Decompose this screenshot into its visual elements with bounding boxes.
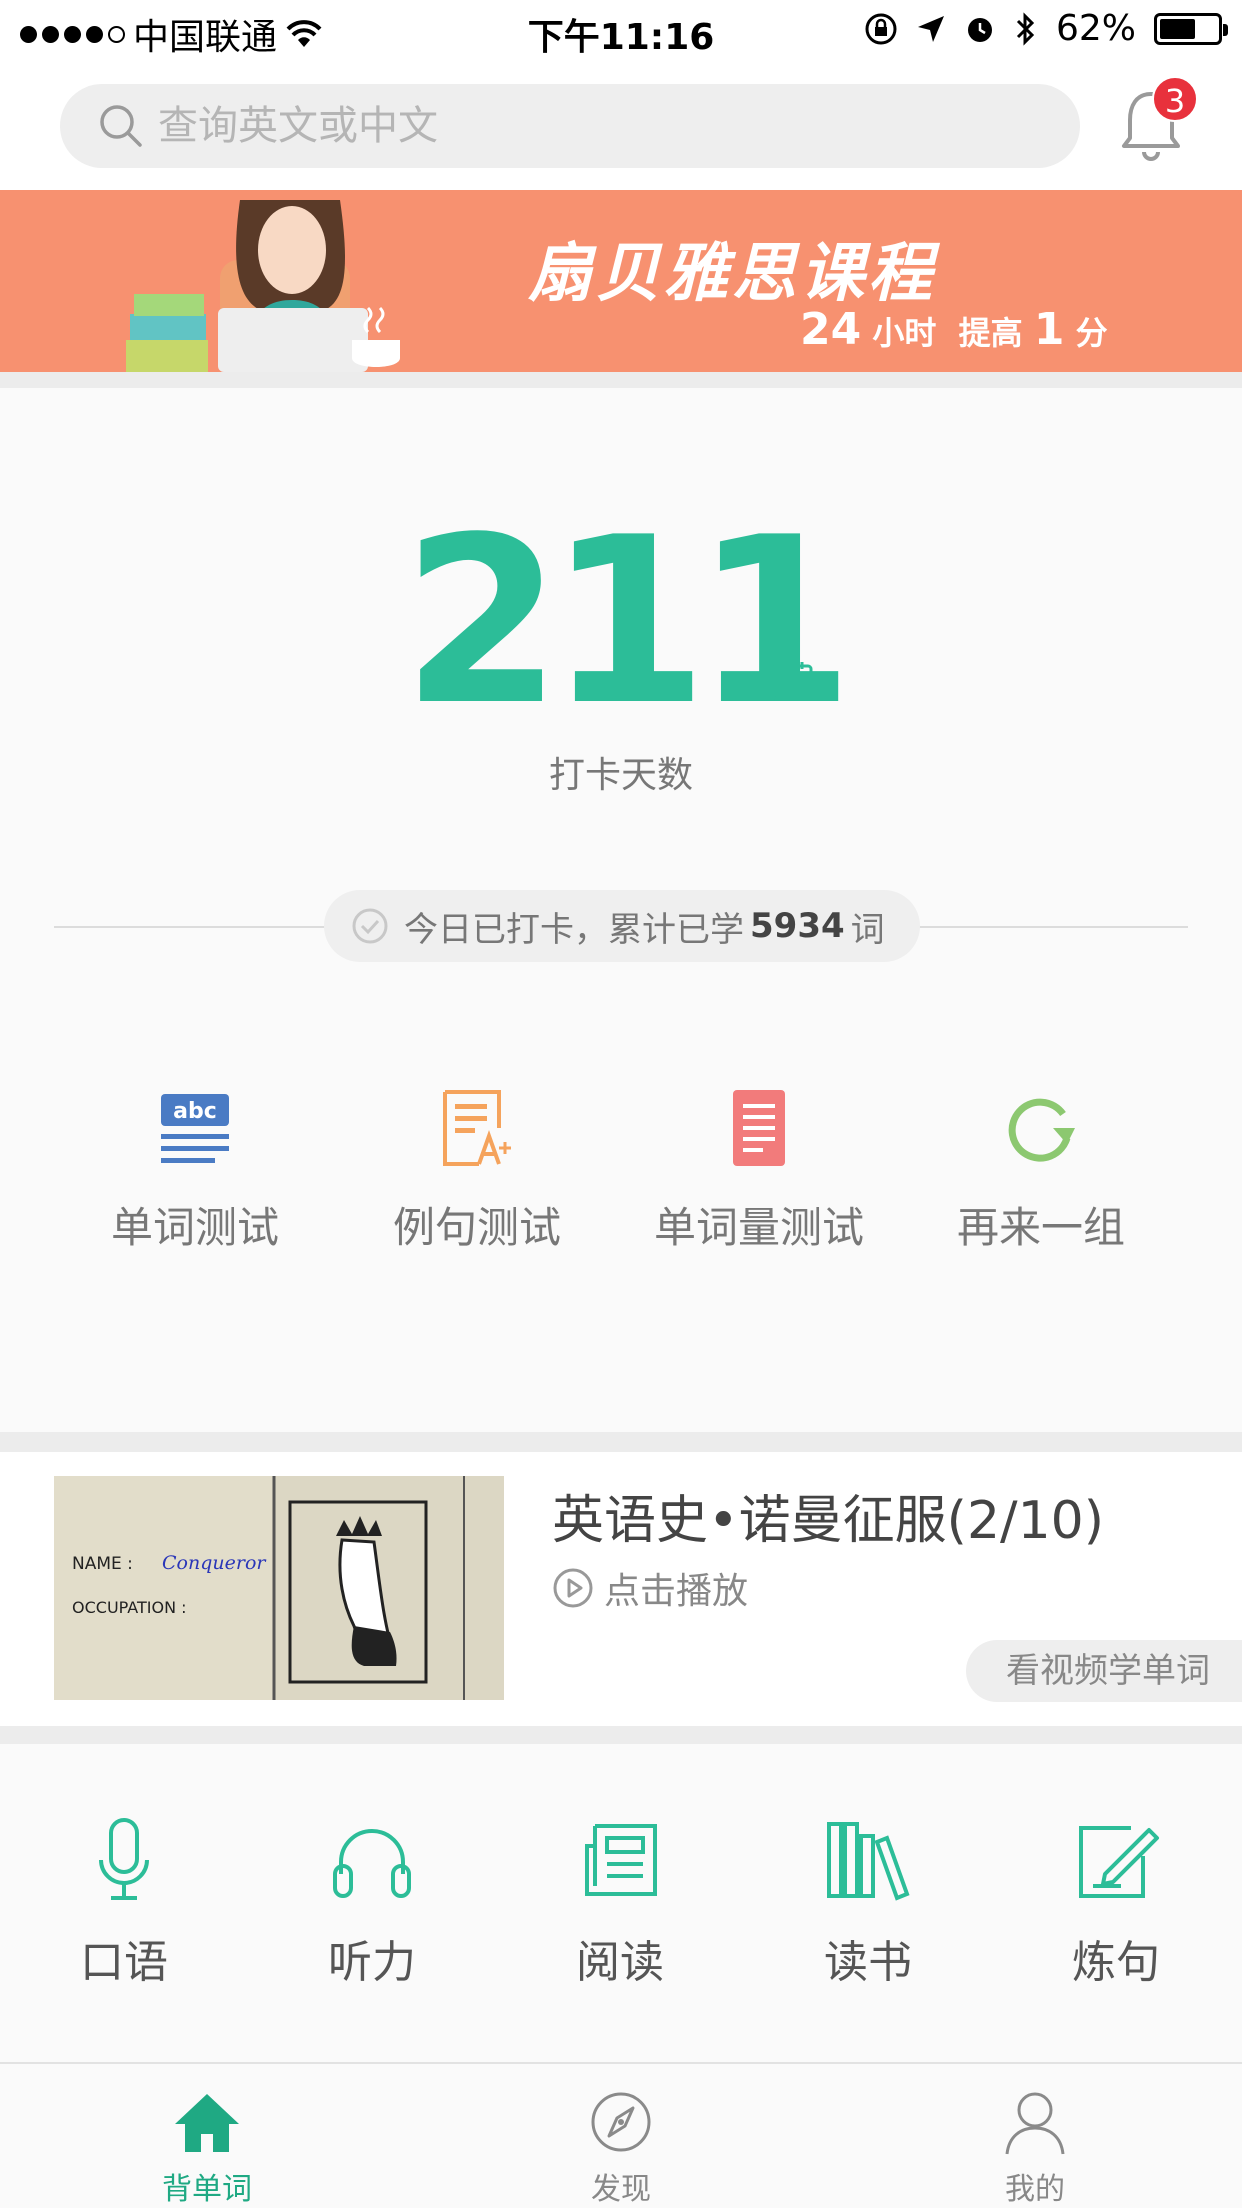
search-input[interactable] bbox=[158, 103, 958, 149]
play-icon bbox=[553, 1568, 593, 1608]
another-group-label: 再来一组 bbox=[956, 1203, 1125, 1252]
abc-icon: abc bbox=[161, 1094, 229, 1163]
sentence-test-label: 例句测试 bbox=[392, 1203, 561, 1252]
profile-icon bbox=[1005, 2092, 1065, 2155]
vocabulary-test-label: 单词量测试 bbox=[653, 1203, 864, 1252]
search-icon bbox=[100, 105, 142, 147]
checkin-status-pill: 今日已打卡，累计已学 5934 词 bbox=[324, 890, 920, 962]
section-gap bbox=[0, 372, 1242, 388]
course-banner[interactable]: 扇贝雅思课程 24 小时 提高 1 分 bbox=[0, 190, 1242, 372]
tab-profile-label: 我的 bbox=[1005, 2172, 1065, 2207]
checkin-status-prefix: 今日已打卡，累计已学 bbox=[404, 909, 744, 950]
play-label: 点击播放 bbox=[604, 1571, 749, 1612]
home-icon bbox=[175, 2094, 239, 2152]
headphones-icon bbox=[333, 1829, 411, 1898]
books-icon bbox=[827, 1822, 910, 1901]
word-test-button[interactable]: abc 单词测试 bbox=[54, 1088, 336, 1255]
speaking-label: 口语 bbox=[80, 1937, 168, 1988]
checkin-section: 211 打卡天数 今日已打卡，累计已学 5934 词 abc 单词测试 例句测试… bbox=[0, 388, 1242, 1432]
check-circle-icon bbox=[352, 908, 388, 944]
sentence-practice-label: 炼句 bbox=[1072, 1937, 1160, 1988]
microphone-icon bbox=[99, 1818, 149, 1900]
skills-section: 口语 听力 阅读 读书 炼句 bbox=[0, 1744, 1242, 2062]
sentence-test-button[interactable]: 例句测试 bbox=[336, 1088, 618, 1255]
reading-label: 阅读 bbox=[576, 1937, 664, 1988]
header: 3 bbox=[0, 62, 1242, 190]
tab-vocabulary[interactable]: 背单词 bbox=[0, 2064, 414, 2208]
search-bar[interactable] bbox=[60, 84, 1080, 168]
calendar-icon[interactable] bbox=[770, 660, 814, 700]
battery-percent: 62% bbox=[1055, 8, 1136, 49]
banner-hours: 24 bbox=[800, 304, 862, 355]
tab-bar: 背单词 发现 我的 bbox=[0, 2062, 1242, 2208]
checkin-days-label: 打卡天数 bbox=[548, 755, 693, 796]
reading-button[interactable]: 阅读 bbox=[496, 1744, 744, 2062]
speaking-button[interactable]: 口语 bbox=[0, 1744, 248, 2062]
thumbnail-occupation-label: OCCUPATION : bbox=[72, 1598, 187, 1617]
section-gap bbox=[0, 1432, 1242, 1452]
checkin-days-count: 211 bbox=[401, 489, 854, 756]
sentence-practice-button[interactable]: 炼句 bbox=[992, 1744, 1240, 2062]
status-bar: 中国联通 下午11:16 62% bbox=[0, 0, 1242, 62]
rotation-lock-icon bbox=[865, 13, 897, 44]
document-icon bbox=[733, 1090, 785, 1166]
banner-score: 1 bbox=[1033, 304, 1065, 355]
video-title[interactable]: 英语史•诺曼征服(2/10) bbox=[552, 1478, 1104, 1553]
test-shortcuts: abc 单词测试 例句测试 单词量测试 再来一组 bbox=[0, 1088, 1242, 1255]
listening-label: 听力 bbox=[328, 1937, 416, 1988]
sentence-test-icon bbox=[443, 1090, 511, 1166]
checkin-status-suffix: 词 bbox=[850, 909, 885, 950]
vocabulary-test-button[interactable]: 单词量测试 bbox=[618, 1088, 900, 1255]
bluetooth-icon bbox=[1016, 11, 1035, 46]
battery-fill bbox=[1160, 18, 1195, 39]
status-right: 62% bbox=[864, 8, 1228, 49]
pencil-note-icon bbox=[1079, 1826, 1159, 1898]
learn-words-by-video-button[interactable]: 看视频学单词 bbox=[966, 1640, 1242, 1702]
thumbnail-name-label: NAME : bbox=[72, 1554, 133, 1574]
banner-subtitle: 24 小时 提高 1 分 bbox=[800, 304, 1108, 355]
tab-profile[interactable]: 我的 bbox=[828, 2064, 1242, 2208]
another-group-button[interactable]: 再来一组 bbox=[900, 1088, 1182, 1255]
banner-illustration bbox=[126, 200, 400, 372]
listening-button[interactable]: 听力 bbox=[248, 1744, 496, 2062]
refresh-icon bbox=[1008, 1098, 1075, 1162]
video-thumbnail-illustration bbox=[54, 1476, 504, 1700]
svg-text:abc: abc bbox=[173, 1099, 217, 1124]
thumbnail-name-value: Conqueror bbox=[162, 1552, 266, 1574]
banner-improve: 提高 bbox=[958, 314, 1023, 352]
words-learned-count: 5934 bbox=[750, 906, 845, 946]
video-thumbnail[interactable]: NAME : Conqueror OCCUPATION : bbox=[54, 1476, 504, 1700]
reading-icon bbox=[585, 1824, 657, 1896]
banner-title: 扇贝雅思课程 bbox=[528, 237, 936, 311]
word-test-label: 单词测试 bbox=[110, 1203, 279, 1252]
tab-discover-label: 发现 bbox=[591, 2172, 651, 2207]
compass-icon bbox=[591, 2092, 651, 2152]
tab-vocabulary-label: 背单词 bbox=[162, 2172, 252, 2207]
video-card[interactable]: NAME : Conqueror OCCUPATION : 英语史•诺曼征服(2… bbox=[0, 1452, 1242, 1726]
banner-score-unit: 分 bbox=[1075, 314, 1108, 352]
battery-icon bbox=[1154, 12, 1228, 45]
location-icon bbox=[917, 15, 944, 42]
notification-badge: 3 bbox=[1152, 76, 1198, 122]
banner-hours-unit: 小时 bbox=[872, 314, 937, 352]
play-button[interactable]: 点击播放 bbox=[552, 1562, 748, 1614]
tab-discover[interactable]: 发现 bbox=[414, 2064, 828, 2208]
alarm-icon bbox=[967, 17, 992, 42]
books-label: 读书 bbox=[824, 1937, 912, 1988]
books-button[interactable]: 读书 bbox=[744, 1744, 992, 2062]
section-gap bbox=[0, 1726, 1242, 1744]
